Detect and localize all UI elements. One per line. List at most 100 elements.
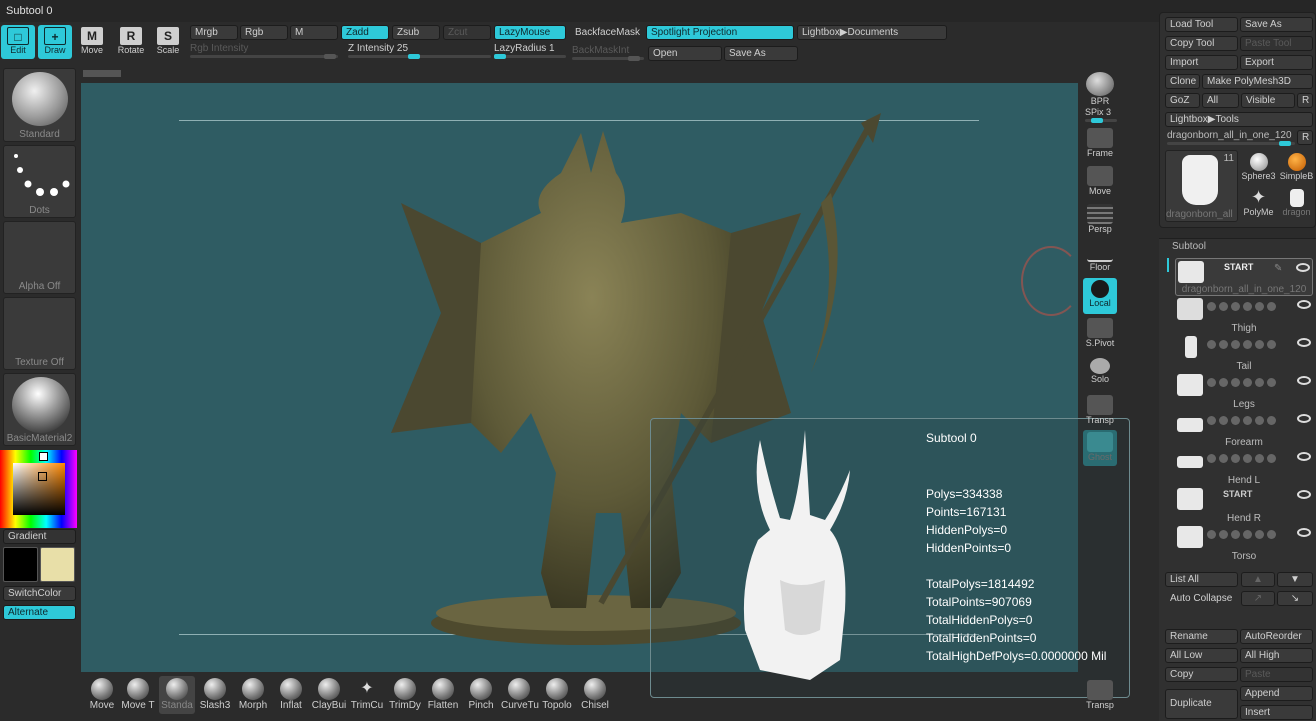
color-picker[interactable] [0,450,77,528]
subtool-item-legs[interactable]: Legs [1175,372,1313,410]
brush-claybuildup[interactable]: ClayBui [311,676,347,714]
lazymouse-button[interactable]: LazyMouse [494,25,566,40]
current-tool-r-button[interactable]: R [1297,130,1313,145]
brush-morph[interactable]: Morph [235,676,271,714]
secondary-color-swatch[interactable] [40,547,75,582]
gizmo-ring[interactable] [1021,246,1078,316]
z-intensity-slider[interactable]: Z Intensity 25 [348,43,491,59]
brush-slash3[interactable]: Slash3 [197,676,233,714]
save-as-tool-button[interactable]: Save As [1240,17,1313,32]
current-tool-knob[interactable] [1279,141,1291,146]
copy-subtool-button[interactable]: Copy [1165,667,1238,682]
paste-tool-button[interactable]: Paste Tool [1240,36,1313,51]
visibility-eye-icon[interactable] [1297,452,1311,461]
gradient-button[interactable]: Gradient [3,529,76,544]
auto-collapse-button[interactable]: Auto Collapse [1165,591,1238,606]
brush-trimcurve[interactable]: ✦ TrimCu [349,676,385,714]
switchcolor-button[interactable]: SwitchColor [3,586,76,601]
transp-bottom-button[interactable]: Transp [1083,678,1117,714]
all-high-button[interactable]: All High [1240,648,1313,663]
load-tool-button[interactable]: Load Tool [1165,17,1238,32]
subtool-header[interactable]: Subtool [1172,241,1206,252]
visibility-eye-icon[interactable] [1297,338,1311,347]
thumb-simpleb[interactable]: SimpleB [1278,150,1315,185]
open-button[interactable]: Open [648,46,722,61]
list-all-button[interactable]: List All [1165,572,1238,587]
ghost-button[interactable]: Ghost [1083,430,1117,466]
zsub-button[interactable]: Zsub [392,25,440,40]
canvas-scroll-strip[interactable] [83,70,121,77]
subtool-toggles[interactable] [1207,454,1307,464]
import-button[interactable]: Import [1165,55,1238,70]
brush-standard[interactable]: Standa [159,676,195,714]
lazyradius-slider[interactable]: LazyRadius 1 [494,43,566,59]
brush-curvetube[interactable]: CurveTu [501,676,539,714]
subtool-item-hend-r[interactable]: START Hend R [1175,486,1313,524]
current-tool-slider[interactable]: dragonborn_all_in_one_120 [1167,130,1295,146]
visibility-eye-icon[interactable] [1297,376,1311,385]
subtool-item-thigh[interactable]: Thigh [1175,296,1313,334]
subtool-toggles[interactable] [1207,302,1307,312]
subtool-item-forearm[interactable]: Forearm [1175,410,1313,448]
subtool-item-hend-l[interactable]: Hend L [1175,448,1313,486]
brush-selector[interactable]: Standard [3,68,76,142]
subtool-scrollbar[interactable] [1167,258,1169,272]
material-selector[interactable]: BasicMaterial2 [3,373,76,446]
subtool-toggles[interactable] [1207,378,1307,388]
save-as-button[interactable]: Save As [724,46,798,61]
spotlight-projection-button[interactable]: Spotlight Projection [646,25,794,40]
subtool-toggles[interactable] [1207,416,1307,426]
make-polymesh-button[interactable]: Make PolyMesh3D [1202,74,1313,89]
thumb-sphere[interactable]: Sphere3 [1240,150,1277,185]
clone-button[interactable]: Clone [1165,74,1200,89]
subtool-toggles[interactable] [1207,530,1307,540]
export-button[interactable]: Export [1240,55,1313,70]
main-color-swatch[interactable] [3,547,38,582]
floor-button[interactable]: Floor [1083,240,1117,276]
lightbox-tools-button[interactable]: Lightbox▶Tools [1165,112,1313,127]
thumb-dragon[interactable]: dragon [1278,187,1315,222]
alpha-selector[interactable]: Alpha Off [3,221,76,294]
duplicate-button[interactable]: Duplicate [1165,689,1238,719]
append-button[interactable]: Append [1240,686,1313,701]
lazyradius-knob[interactable] [494,54,506,59]
subtool-item-dragonborn[interactable]: START ✎ dragonborn_all_in_one_120 [1175,258,1313,296]
all-low-button[interactable]: All Low [1165,648,1238,663]
brush-chisel[interactable]: Chisel [577,676,613,714]
visibility-eye-icon[interactable] [1296,263,1310,272]
visibility-eye-icon[interactable] [1297,300,1311,309]
z-intensity-knob[interactable] [408,54,420,59]
brush-toggle-icon[interactable]: ✎ [1274,263,1282,274]
m-button[interactable]: M [290,25,338,40]
current-tool-thumbnail[interactable]: 11 dragonborn_all [1165,150,1238,222]
spix-slider[interactable]: SPix 3 [1085,107,1117,123]
stroke-selector[interactable]: Dots [3,145,76,218]
scale-button[interactable]: S Scale [151,25,185,59]
bpr-button[interactable]: BPR [1083,70,1117,106]
thumb-polymesh[interactable]: ✦ PolyMe [1240,187,1277,222]
brush-pinch[interactable]: Pinch [463,676,499,714]
edit-button[interactable]: □ Edit [1,25,35,59]
rename-button[interactable]: Rename [1165,629,1238,644]
goz-r-button[interactable]: R [1297,93,1313,108]
rgb-intensity-knob[interactable] [324,54,336,59]
rgb-intensity-slider[interactable]: Rgb Intensity [190,43,338,59]
visibility-eye-icon[interactable] [1297,490,1311,499]
brush-topology[interactable]: Topolo [539,676,575,714]
copy-tool-button[interactable]: Copy Tool [1165,36,1238,51]
brush-flatten[interactable]: Flatten [425,676,461,714]
goz-all-button[interactable]: All [1202,93,1239,108]
brush-trimdynamic[interactable]: TrimDy [387,676,423,714]
frame-button[interactable]: Frame [1083,126,1117,162]
visibility-eye-icon[interactable] [1297,528,1311,537]
move-up-button[interactable]: ▲ [1241,572,1275,587]
lightbox-documents-button[interactable]: Lightbox▶Documents [797,25,947,40]
zadd-button[interactable]: Zadd [341,25,389,40]
spivot-button[interactable]: S.Pivot [1083,316,1117,352]
subtool-toggles[interactable] [1207,340,1307,350]
persp-button[interactable]: Persp [1083,202,1117,238]
zcut-button[interactable]: Zcut [443,25,491,40]
rotate-button[interactable]: R Rotate [114,25,148,59]
move-down-button[interactable]: ▼ [1277,572,1313,587]
spix-knob[interactable] [1091,118,1103,123]
